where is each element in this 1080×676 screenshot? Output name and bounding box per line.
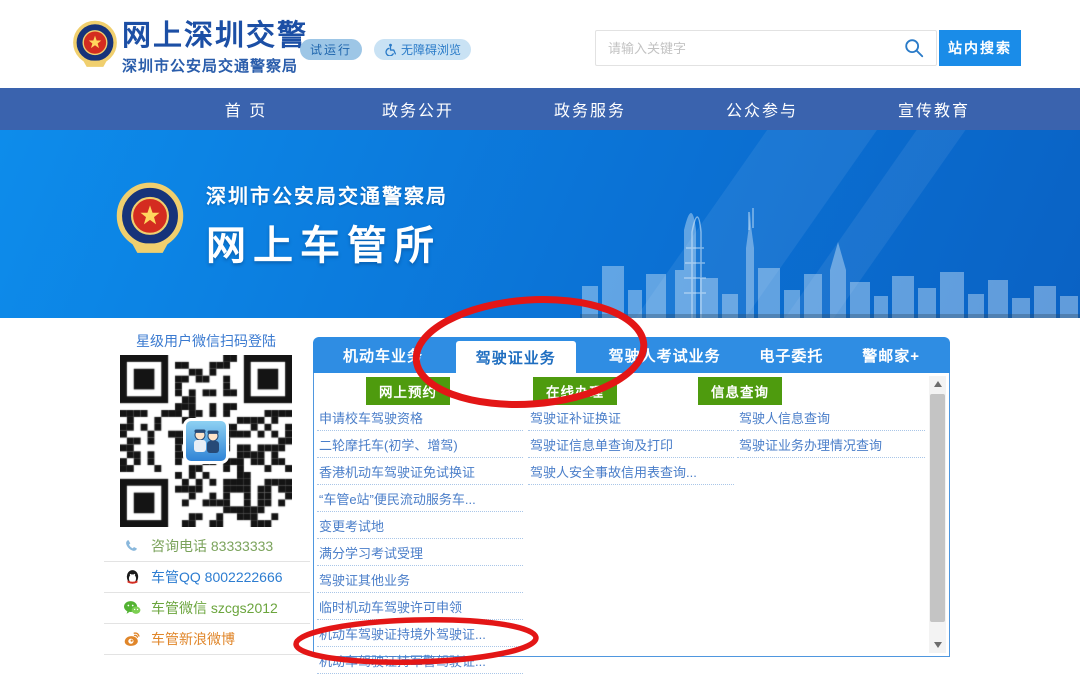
contact-weibo-label: 车管新浪微博 xyxy=(151,629,235,649)
contact-list: 咨询电话 83333333 车管QQ 8002222666 xyxy=(104,531,310,655)
nav-item-education[interactable]: 宣传教育 xyxy=(848,88,1020,130)
accessibility-button[interactable]: 无障碍浏览 xyxy=(374,39,471,60)
link-column-booking: 申请校车驾驶资格二轮摩托车(初学、增驾)香港机动车驾驶证免试换证“车管e站”便民… xyxy=(317,404,523,676)
service-link[interactable]: 驾驶人信息查询 xyxy=(737,404,925,431)
trial-run-badge: 试运行 xyxy=(300,39,362,60)
service-link[interactable]: 临时机动车驾驶许可申领 xyxy=(317,593,523,620)
service-link[interactable]: 机动车驾驶证持境外驾驶证... xyxy=(317,620,523,647)
traffic-police-mascots-icon xyxy=(189,426,223,456)
police-emblem-icon xyxy=(112,180,188,256)
service-link[interactable]: 变更考试地 xyxy=(317,512,523,539)
service-link[interactable]: 机动车驾驶证持军警驾驶证... xyxy=(317,647,523,674)
link-column-handling: 驾驶证补证换证驾驶证信息单查询及打印驾驶人安全事故信用表查询... xyxy=(528,404,734,485)
wechat-login-title: 星级用户微信扫码登陆 xyxy=(100,331,312,351)
page: 网上深圳交警 深圳市公安局交通警察局 试运行 无障碍浏览 站内搜索 首 页 政务… xyxy=(0,0,1080,676)
service-tabs: 机动车业务 驾驶证业务 驾驶人考试业务 电子委托 警邮家+ xyxy=(313,337,950,373)
search-input[interactable] xyxy=(595,30,937,66)
site-search: 站内搜索 xyxy=(595,30,937,66)
banner-title: 网上车管所 xyxy=(206,213,448,271)
site-subtitle: 深圳市公安局交通警察局 xyxy=(122,55,308,76)
panel-scrollbar[interactable] xyxy=(929,376,946,653)
banner-brand: 深圳市公安局交通警察局 网上车管所 xyxy=(112,180,448,271)
contact-phone[interactable]: 咨询电话 83333333 xyxy=(104,531,310,562)
nav-item-home[interactable]: 首 页 xyxy=(160,88,332,130)
service-link[interactable]: 二轮摩托车(初学、增驾) xyxy=(317,431,523,458)
nav-item-public[interactable]: 公众参与 xyxy=(676,88,848,130)
link-column-query: 驾驶人信息查询驾驶证业务办理情况查询 xyxy=(737,404,925,458)
contact-weibo[interactable]: 车管新浪微博 xyxy=(104,624,310,655)
search-icon[interactable] xyxy=(903,37,925,59)
contact-qq-label: 车管QQ 8002222666 xyxy=(151,567,283,587)
service-panel: 机动车业务 驾驶证业务 驾驶人考试业务 电子委托 警邮家+ 网上预约 在线办理 … xyxy=(313,337,950,657)
weibo-icon xyxy=(122,631,142,647)
section-header-online-booking: 网上预约 xyxy=(366,377,450,405)
nav-item-gov-service[interactable]: 政务服务 xyxy=(504,88,676,130)
service-link[interactable]: 满分学习考试受理 xyxy=(317,539,523,566)
scroll-down-arrow[interactable] xyxy=(929,637,946,653)
contact-phone-label: 咨询电话 83333333 xyxy=(151,536,273,556)
site-header: 网上深圳交警 深圳市公安局交通警察局 试运行 无障碍浏览 站内搜索 xyxy=(0,0,1080,88)
city-skyline-graphic xyxy=(580,178,1080,318)
phone-icon xyxy=(122,538,142,554)
site-search-button[interactable]: 站内搜索 xyxy=(939,30,1021,66)
wechat-icon xyxy=(122,600,142,616)
service-link[interactable]: 驾驶证补证换证 xyxy=(528,404,734,431)
contact-qq[interactable]: 车管QQ 8002222666 xyxy=(104,562,310,593)
qr-center-logo xyxy=(183,418,229,464)
tab-driver-license-services[interactable]: 驾驶证业务 xyxy=(456,341,576,373)
main-nav: 首 页 政务公开 政务服务 公众参与 宣传教育 xyxy=(0,88,1080,130)
service-link[interactable]: 香港机动车驾驶证免试换证 xyxy=(317,458,523,485)
service-link[interactable]: 驾驶人安全事故信用表查询... xyxy=(528,458,734,485)
service-link[interactable]: 申请校车驾驶资格 xyxy=(317,404,523,431)
wheelchair-icon xyxy=(384,43,397,56)
tab-driver-exam-services[interactable]: 驾驶人考试业务 xyxy=(603,337,727,373)
wechat-login-qr-code xyxy=(120,355,292,527)
scroll-up-arrow[interactable] xyxy=(929,376,946,392)
section-header-online-handling: 在线办理 xyxy=(533,377,617,405)
section-header-info-query: 信息查询 xyxy=(698,377,782,405)
service-link[interactable]: 驾驶证其他业务 xyxy=(317,566,523,593)
site-title: 网上深圳交警 xyxy=(122,20,308,53)
qq-icon xyxy=(122,569,142,586)
tab-e-delegation[interactable]: 电子委托 xyxy=(753,337,829,373)
site-title-block: 网上深圳交警 深圳市公安局交通警察局 xyxy=(122,20,308,76)
service-link[interactable]: 驾驶证业务办理情况查询 xyxy=(737,431,925,458)
banner-org-name: 深圳市公安局交通警察局 xyxy=(206,180,448,209)
contact-wechat[interactable]: 车管微信 szcgs2012 xyxy=(104,593,310,624)
scrollbar-thumb[interactable] xyxy=(930,394,945,622)
tab-vehicle-services[interactable]: 机动车业务 xyxy=(337,337,429,373)
contact-wechat-label: 车管微信 szcgs2012 xyxy=(151,598,278,618)
service-panel-body: 网上预约 在线办理 信息查询 申请校车驾驶资格二轮摩托车(初学、增驾)香港机动车… xyxy=(313,373,950,657)
banner: 深圳市公安局交通警察局 网上车管所 xyxy=(0,130,1080,318)
service-link[interactable]: 驾驶证信息单查询及打印 xyxy=(528,431,734,458)
nav-item-gov-open[interactable]: 政务公开 xyxy=(332,88,504,130)
police-emblem-icon xyxy=(70,19,120,69)
service-link[interactable]: “车管e站”便民流动服务车... xyxy=(317,485,523,512)
tab-police-post[interactable]: 警邮家+ xyxy=(856,337,926,373)
